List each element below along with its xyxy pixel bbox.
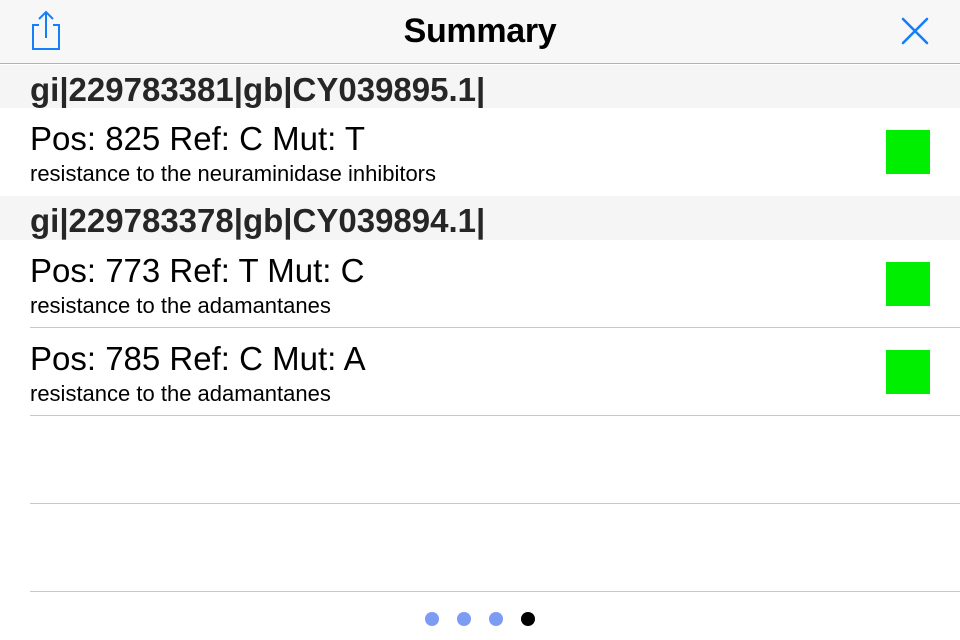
section-header: gi|229783378|gb|CY039894.1|: [0, 196, 960, 240]
close-icon: [901, 17, 929, 45]
mutation-title: Pos: 825 Ref: C Mut: T: [30, 120, 366, 157]
list-item[interactable]: Pos: 785 Ref: C Mut: A resistance to the…: [0, 328, 960, 416]
mutation-title: Pos: 785 Ref: C Mut: A: [30, 340, 366, 377]
navigation-bar: Summary: [0, 0, 960, 64]
list-item[interactable]: Pos: 773 Ref: T Mut: C resistance to the…: [0, 240, 960, 328]
section-header: gi|229783381|gb|CY039895.1|: [0, 65, 960, 109]
status-indicator: [886, 130, 930, 174]
empty-row: [0, 504, 960, 592]
status-indicator: [886, 262, 930, 306]
status-indicator: [886, 350, 930, 394]
page-dot-active[interactable]: [521, 612, 535, 626]
empty-row: [0, 416, 960, 504]
page-dot[interactable]: [489, 612, 503, 626]
section-header-label: gi|229783381|gb|CY039895.1|: [30, 71, 486, 108]
page-control[interactable]: [0, 612, 960, 626]
row-separator: [30, 591, 960, 592]
close-button[interactable]: [898, 14, 932, 48]
page-dot[interactable]: [425, 612, 439, 626]
mutation-description: resistance to the neuraminidase inhibito…: [30, 161, 437, 186]
mutation-description: resistance to the adamantanes: [30, 381, 331, 406]
section-header-label: gi|229783378|gb|CY039894.1|: [30, 202, 486, 239]
mutation-description: resistance to the adamantanes: [30, 293, 331, 318]
page-title: Summary: [403, 12, 557, 50]
page-dot[interactable]: [457, 612, 471, 626]
mutation-title: Pos: 773 Ref: T Mut: C: [30, 252, 365, 289]
list-item[interactable]: Pos: 825 Ref: C Mut: T resistance to the…: [0, 108, 960, 196]
